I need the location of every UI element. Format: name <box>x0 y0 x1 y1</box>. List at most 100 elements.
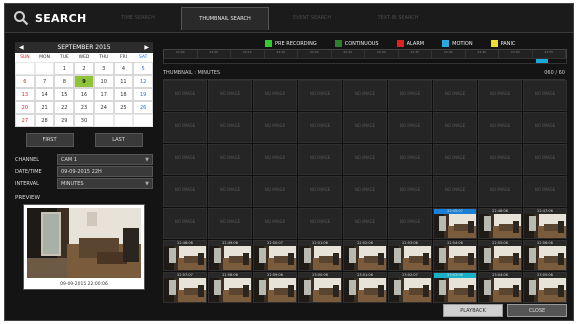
calendar-day[interactable]: 8 <box>54 75 75 88</box>
thumbnail-empty[interactable]: NO IMAGE <box>343 208 387 239</box>
thumbnail-empty[interactable]: NO IMAGE <box>163 80 207 111</box>
thumbnail-image[interactable]: 23:01:06 <box>343 272 387 303</box>
calendar-day[interactable]: 24 <box>93 101 114 114</box>
calendar-day[interactable]: 4 <box>113 62 134 75</box>
calendar-day[interactable]: 9 <box>74 75 94 88</box>
thumbnail-empty[interactable]: NO IMAGE <box>208 208 252 239</box>
thumbnail-empty[interactable]: NO IMAGE <box>478 144 522 175</box>
calendar-day[interactable]: 29 <box>54 114 75 127</box>
tab-thumbnail-search[interactable]: THUMBNAIL SEARCH <box>181 7 269 30</box>
calendar-day[interactable]: 13 <box>15 88 35 101</box>
thumbnail-image[interactable]: 22:47:06 <box>523 208 567 239</box>
thumbnail-empty[interactable]: NO IMAGE <box>163 208 207 239</box>
thumbnail-empty[interactable]: NO IMAGE <box>523 80 567 111</box>
thumbnail-image[interactable]: 23:02:07 <box>388 272 432 303</box>
thumbnail-empty[interactable]: NO IMAGE <box>433 112 477 143</box>
thumbnail-empty[interactable]: NO IMAGE <box>433 176 477 207</box>
thumbnail-empty[interactable]: NO IMAGE <box>253 208 297 239</box>
thumbnail-empty[interactable]: NO IMAGE <box>523 112 567 143</box>
thumbnail-empty[interactable]: NO IMAGE <box>523 176 567 207</box>
thumbnail-image[interactable]: 22:45:07 <box>433 208 477 239</box>
calendar-day[interactable]: 14 <box>34 88 55 101</box>
thumbnail-empty[interactable]: NO IMAGE <box>253 112 297 143</box>
thumbnail-empty[interactable]: NO IMAGE <box>343 80 387 111</box>
calendar-day[interactable]: 18 <box>113 88 134 101</box>
thumbnail-empty[interactable]: NO IMAGE <box>388 112 432 143</box>
calendar-day[interactable]: 28 <box>34 114 55 127</box>
thumbnail-image[interactable]: 22:46:06 <box>478 208 522 239</box>
thumbnail-image[interactable]: 23:04:06 <box>478 272 522 303</box>
thumbnail-empty[interactable]: NO IMAGE <box>388 208 432 239</box>
thumbnail-image[interactable]: 22:48:06 <box>163 240 207 271</box>
thumbnail-empty[interactable]: NO IMAGE <box>163 176 207 207</box>
thumbnail-empty[interactable]: NO IMAGE <box>163 144 207 175</box>
calendar-day[interactable]: 7 <box>34 75 55 88</box>
calendar-day[interactable]: 26 <box>133 101 153 114</box>
calendar-day[interactable]: 1 <box>54 62 75 75</box>
datetime-field[interactable]: 09-09-2015 22H <box>57 166 153 177</box>
thumbnail-empty[interactable]: NO IMAGE <box>298 80 342 111</box>
thumbnail-empty[interactable]: NO IMAGE <box>208 80 252 111</box>
thumbnail-image[interactable]: 23:03:06 <box>433 272 477 303</box>
thumbnail-empty[interactable]: NO IMAGE <box>478 176 522 207</box>
thumbnail-image[interactable]: 22:56:06 <box>523 240 567 271</box>
close-button[interactable]: CLOSE <box>507 304 567 317</box>
thumbnail-empty[interactable]: NO IMAGE <box>253 80 297 111</box>
calendar-day[interactable]: 5 <box>133 62 153 75</box>
thumbnail-empty[interactable]: NO IMAGE <box>343 176 387 207</box>
thumbnail-image[interactable]: 22:54:06 <box>433 240 477 271</box>
thumbnail-image[interactable]: 22:57:07 <box>163 272 207 303</box>
thumbnail-empty[interactable]: NO IMAGE <box>388 144 432 175</box>
thumbnail-image[interactable]: 22:59:06 <box>253 272 297 303</box>
thumbnail-image[interactable]: 22:53:06 <box>388 240 432 271</box>
calendar-day[interactable]: 16 <box>74 88 94 101</box>
calendar-day[interactable]: 22 <box>54 101 75 114</box>
calendar-day[interactable]: 30 <box>74 114 94 127</box>
thumbnail-image[interactable]: 22:49:06 <box>208 240 252 271</box>
calendar-day[interactable]: 20 <box>15 101 35 114</box>
thumbnail-empty[interactable]: NO IMAGE <box>298 208 342 239</box>
calendar-day[interactable]: 21 <box>34 101 55 114</box>
calendar-day[interactable]: 11 <box>113 75 134 88</box>
thumbnail-empty[interactable]: NO IMAGE <box>208 112 252 143</box>
thumbnail-empty[interactable]: NO IMAGE <box>208 144 252 175</box>
calendar-day[interactable]: 10 <box>93 75 114 88</box>
calendar-day[interactable]: 6 <box>15 75 35 88</box>
thumbnail-image[interactable]: 22:58:06 <box>208 272 252 303</box>
thumbnail-image[interactable]: 23:05:06 <box>523 272 567 303</box>
thumbnail-empty[interactable]: NO IMAGE <box>433 144 477 175</box>
thumbnail-image[interactable]: 22:50:07 <box>253 240 297 271</box>
prev-month-icon[interactable]: ◀ <box>19 44 24 51</box>
thumbnail-empty[interactable]: NO IMAGE <box>478 80 522 111</box>
interval-select[interactable]: MINUTES ▼ <box>57 178 153 189</box>
next-month-icon[interactable]: ▶ <box>144 44 149 51</box>
tab-text-in-search[interactable]: TEXT-IN SEARCH <box>355 7 441 29</box>
thumbnail-empty[interactable]: NO IMAGE <box>298 144 342 175</box>
first-button[interactable]: FIRST <box>25 133 74 147</box>
thumbnail-image[interactable]: 23:00:06 <box>298 272 342 303</box>
calendar-day[interactable]: 12 <box>133 75 153 88</box>
calendar-day[interactable]: 15 <box>54 88 75 101</box>
timeline-bar[interactable] <box>163 58 567 64</box>
thumbnail-empty[interactable]: NO IMAGE <box>253 144 297 175</box>
thumbnail-empty[interactable]: NO IMAGE <box>298 112 342 143</box>
playback-button[interactable]: PLAYBACK <box>443 304 503 317</box>
last-button[interactable]: LAST <box>94 133 143 147</box>
tab-time-search[interactable]: TIME SEARCH <box>95 7 181 29</box>
thumbnail-empty[interactable]: NO IMAGE <box>523 144 567 175</box>
thumbnail-empty[interactable]: NO IMAGE <box>253 176 297 207</box>
thumbnail-image[interactable]: 22:52:06 <box>343 240 387 271</box>
thumbnail-empty[interactable]: NO IMAGE <box>478 112 522 143</box>
thumbnail-empty[interactable]: NO IMAGE <box>343 112 387 143</box>
calendar-day[interactable]: 2 <box>74 62 94 75</box>
thumbnail-empty[interactable]: NO IMAGE <box>208 176 252 207</box>
thumbnail-empty[interactable]: NO IMAGE <box>343 144 387 175</box>
calendar-day[interactable]: 23 <box>74 101 94 114</box>
tab-event-search[interactable]: EVENT SEARCH <box>269 7 355 29</box>
calendar-day[interactable]: 19 <box>133 88 153 101</box>
thumbnail-empty[interactable]: NO IMAGE <box>298 176 342 207</box>
thumbnail-empty[interactable]: NO IMAGE <box>388 80 432 111</box>
channel-select[interactable]: CAM 1 ▼ <box>57 154 153 165</box>
timeline-position-marker[interactable] <box>536 59 548 63</box>
thumbnail-empty[interactable]: NO IMAGE <box>388 176 432 207</box>
